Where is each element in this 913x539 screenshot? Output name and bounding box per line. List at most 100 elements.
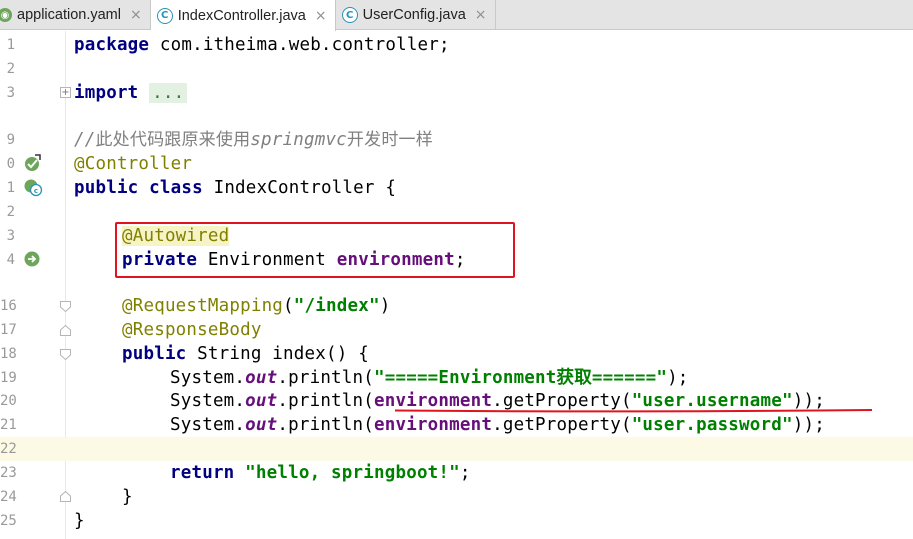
code-token: )); (792, 391, 825, 411)
line-number: 22 (0, 441, 17, 457)
line-number: 4 (6, 252, 15, 268)
code-token-string: "hello, springboot!" (245, 463, 460, 483)
code-line: @ResponseBody (122, 318, 262, 342)
highlight-underline (394, 409, 873, 413)
code-token-static-field: out (245, 391, 278, 411)
code-token: String index() { (186, 344, 369, 364)
close-icon[interactable]: × (130, 7, 142, 23)
code-token: .getProperty( (492, 391, 632, 411)
line-number: 18 (0, 346, 17, 362)
yaml-file-icon: ◉ (0, 8, 12, 22)
code-editor[interactable]: 1 2 3 9 0 1 2 3 4 16 17 18 19 20 21 22 2… (0, 31, 913, 539)
autowired-navigation-icon[interactable] (23, 249, 43, 269)
java-class-icon: C (341, 7, 358, 23)
code-token-static-field: out (245, 415, 278, 435)
code-token: System. (170, 391, 246, 411)
line-number: 17 (0, 322, 17, 338)
code-token-string: "user.username" (631, 391, 793, 411)
code-token-annotation: @ResponseBody (122, 320, 262, 340)
code-token-annotation: @Controller (74, 154, 193, 174)
fold-collapse-icon[interactable] (60, 325, 71, 336)
line-number: 3 (6, 228, 15, 244)
tab-label: IndexController.java (177, 7, 306, 24)
fold-collapse-icon[interactable] (60, 349, 71, 360)
code-token-keyword: return (170, 463, 235, 483)
comment-token: 此处代码跟原来使用 (95, 130, 251, 150)
code-token: com.itheima.web.controller; (149, 35, 450, 55)
code-line: return "hello, springboot!"; (170, 461, 471, 485)
code-line: } (122, 485, 133, 509)
code-line: public class IndexController { (74, 176, 396, 200)
code-line: @RequestMapping("/index") (122, 294, 390, 318)
tab-label: UserConfig.java (362, 7, 466, 23)
line-number: 23 (0, 465, 17, 481)
code-token-static-field: out (245, 368, 278, 388)
spring-bean-icon[interactable] (23, 153, 43, 173)
code-token: } (122, 487, 133, 507)
spring-bean-icon[interactable]: c (23, 177, 43, 197)
fold-collapse-icon[interactable] (60, 301, 71, 312)
folded-imports[interactable]: ... (149, 83, 188, 103)
fold-expand-icon[interactable]: + (60, 87, 71, 98)
highlight-box (115, 222, 515, 278)
close-icon[interactable]: × (475, 7, 487, 23)
line-number: 25 (0, 513, 17, 529)
comment-token: 开发时一样 (346, 130, 433, 150)
code-token-string: "=====Environment获取======" (374, 368, 668, 388)
close-icon[interactable]: × (315, 8, 327, 24)
line-number: 21 (0, 417, 17, 433)
line-number: 19 (0, 370, 17, 386)
fold-collapse-icon[interactable] (60, 491, 71, 502)
current-line-highlight (0, 437, 913, 461)
line-number: 16 (0, 298, 17, 314)
code-token-string: "/index" (293, 296, 380, 316)
code-token: .println( (277, 391, 374, 411)
code-line: import ... (74, 81, 188, 105)
line-number: 24 (0, 489, 17, 505)
code-token: ( (283, 296, 294, 316)
code-line: } (74, 509, 85, 533)
code-token-keyword: import (74, 83, 139, 103)
svg-text:c: c (34, 187, 38, 195)
line-number: 2 (6, 61, 15, 77)
code-token-keyword: public class (74, 178, 203, 198)
code-token: ); (667, 368, 689, 388)
java-class-icon: C (156, 7, 173, 24)
code-token: } (74, 511, 85, 531)
code-token: )); (792, 415, 825, 435)
code-token-keyword: public (122, 344, 187, 364)
code-line: System.out.println("=====Environment获取==… (170, 366, 689, 390)
line-number: 9 (6, 132, 15, 148)
code-line: public String index() { (122, 342, 369, 366)
code-line: System.out.println(environment.getProper… (170, 413, 825, 437)
code-token: .println( (277, 368, 374, 388)
code-token: IndexController { (202, 178, 397, 198)
line-number: 0 (6, 156, 15, 172)
code-token: System. (170, 415, 246, 435)
comment-token: springmvc (250, 130, 347, 150)
tab-label: application.yaml (17, 7, 121, 23)
code-line: package com.itheima.web.controller; (74, 33, 450, 57)
line-number: 1 (6, 180, 15, 196)
line-number: 3 (6, 85, 15, 101)
code-line: @Controller (74, 152, 192, 176)
tab-indexcontroller-java[interactable]: C IndexController.java × (150, 0, 336, 31)
comment-token: // (74, 130, 96, 150)
code-token-field: environment (374, 391, 493, 411)
code-token: ) (379, 296, 391, 316)
tab-userconfig-java[interactable]: C UserConfig.java × (336, 0, 496, 30)
code-line-comment: //此处代码跟原来使用springmvc开发时一样 (74, 128, 433, 152)
line-number: 20 (0, 393, 17, 409)
code-token-annotation: @RequestMapping (122, 296, 284, 316)
editor-tab-bar: ◉ application.yaml × C IndexController.j… (0, 0, 913, 31)
code-token-field: environment (374, 415, 493, 435)
code-token: System. (170, 368, 246, 388)
line-number: 1 (6, 37, 15, 53)
tab-application-yaml[interactable]: ◉ application.yaml × (0, 0, 151, 30)
line-number: 2 (6, 204, 15, 220)
code-token-string: "user.password" (631, 415, 793, 435)
code-token: ; (459, 463, 471, 483)
code-token: .getProperty( (492, 415, 632, 435)
code-token-keyword: package (74, 35, 150, 55)
